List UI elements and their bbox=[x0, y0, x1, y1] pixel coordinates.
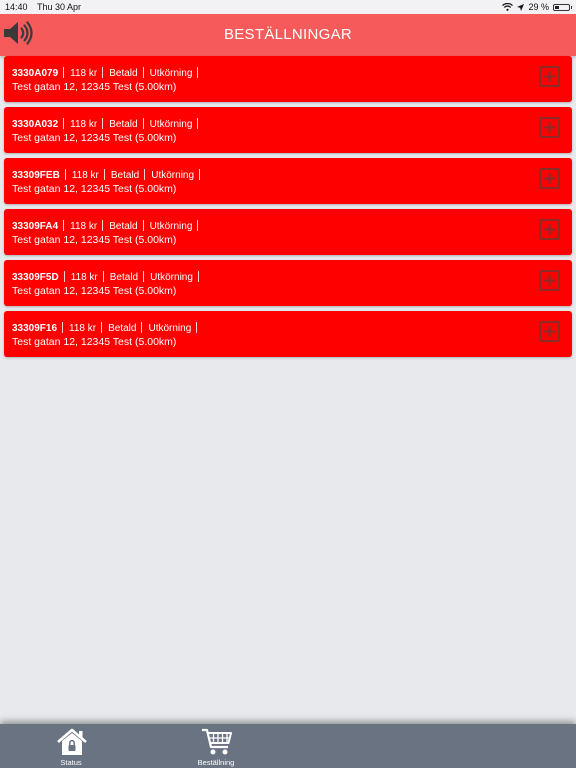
order-price: 118 kr bbox=[71, 170, 99, 181]
tab-bar: Status Beställning bbox=[0, 724, 576, 768]
order-summary: 33309FEB 118 kr Betald Utkörning bbox=[12, 169, 206, 181]
divider bbox=[142, 67, 144, 78]
battery-percent: 29 % bbox=[528, 2, 549, 12]
divider bbox=[196, 322, 198, 333]
order-payment-status: Betald bbox=[109, 68, 138, 79]
divider bbox=[197, 271, 199, 282]
order-price: 118 kr bbox=[70, 119, 98, 130]
order-address: Test gatan 12, 12345 Test (5.00km) bbox=[12, 336, 177, 348]
order-id: 33309FEB bbox=[12, 170, 60, 181]
expand-plus-icon[interactable] bbox=[539, 168, 560, 189]
divider bbox=[64, 169, 66, 180]
order-payment-status: Betald bbox=[108, 323, 137, 334]
order-delivery-type: Utkörning bbox=[149, 68, 193, 79]
status-time: 14:40 bbox=[5, 2, 28, 12]
divider bbox=[102, 67, 104, 78]
order-payment-status: Betald bbox=[110, 170, 140, 181]
divider bbox=[143, 271, 145, 282]
divider bbox=[103, 169, 105, 180]
tab-status[interactable]: Status bbox=[41, 724, 101, 768]
divider bbox=[144, 169, 146, 180]
order-card[interactable]: 3330A032 118 kr Betald Utkörning Test gatan… bbox=[4, 107, 572, 153]
expand-plus-icon[interactable] bbox=[539, 321, 560, 342]
cart-icon bbox=[202, 728, 232, 755]
order-delivery-type: Utkörning bbox=[149, 221, 193, 232]
tab-label: Status bbox=[60, 758, 82, 767]
order-id: 33309F16 bbox=[12, 323, 58, 334]
order-card[interactable]: 33309F5D 118 kr Betald Utkörning Test gatan… bbox=[4, 260, 572, 306]
order-summary: 33309F16 118 kr Betald Utkörning bbox=[12, 322, 203, 334]
order-payment-status: Betald bbox=[109, 221, 138, 232]
order-list: 3330A079 118 kr Betald Utkörning Test gatan… bbox=[4, 56, 572, 362]
tab-bestallning[interactable]: Beställning bbox=[186, 724, 246, 768]
order-address: Test gatan 12, 12345 Test (5.00km) bbox=[12, 132, 177, 144]
divider bbox=[63, 220, 65, 231]
order-id: 33309F5D bbox=[12, 272, 59, 283]
divider bbox=[197, 67, 199, 78]
divider bbox=[62, 322, 64, 333]
order-address: Test gatan 12, 12345 Test (5.00km) bbox=[12, 81, 177, 93]
status-date: Thu 30 Apr bbox=[37, 2, 82, 12]
order-payment-status: Betald bbox=[109, 119, 138, 130]
divider bbox=[63, 118, 65, 129]
expand-plus-icon[interactable] bbox=[539, 66, 560, 87]
divider bbox=[142, 220, 144, 231]
order-delivery-type: Utkörning bbox=[151, 170, 195, 181]
order-address: Test gatan 12, 12345 Test (5.00km) bbox=[12, 234, 177, 246]
status-bar: 14:40 Thu 30 Apr 29 % bbox=[0, 0, 576, 14]
divider bbox=[199, 169, 201, 180]
order-price: 118 kr bbox=[70, 272, 98, 283]
location-arrow-icon bbox=[517, 3, 525, 11]
divider bbox=[197, 118, 199, 129]
order-price: 118 kr bbox=[69, 323, 97, 334]
order-id: 3330A079 bbox=[12, 68, 59, 79]
divider bbox=[197, 220, 199, 231]
order-card[interactable]: 33309FA4 118 kr Betald Utkörning Test gatan… bbox=[4, 209, 572, 255]
order-card[interactable]: 33309F16 118 kr Betald Utkörning Test gatan… bbox=[4, 311, 572, 357]
page-title: BESTÄLLNINGAR bbox=[223, 26, 353, 43]
expand-plus-icon[interactable] bbox=[539, 270, 560, 291]
order-address: Test gatan 12, 12345 Test (5.00km) bbox=[12, 183, 177, 195]
order-price: 118 kr bbox=[70, 221, 98, 232]
order-summary: 33309FA4 118 kr Betald Utkörning bbox=[12, 220, 204, 232]
wifi-icon bbox=[502, 3, 514, 11]
order-summary: 33309F5D 118 kr Betald Utkörning bbox=[12, 271, 205, 283]
divider bbox=[102, 271, 104, 282]
divider bbox=[101, 322, 103, 333]
order-summary: 3330A032 118 kr Betald Utkörning bbox=[12, 118, 204, 130]
divider bbox=[102, 118, 104, 129]
tab-label: Beställning bbox=[197, 758, 235, 767]
battery-icon bbox=[553, 3, 572, 11]
order-delivery-type: Utkörning bbox=[149, 119, 193, 130]
order-card[interactable]: 33309FEB 118 kr Betald Utkörning Test gatan… bbox=[4, 158, 572, 204]
order-delivery-type: Utkörning bbox=[150, 272, 193, 283]
divider bbox=[102, 220, 104, 231]
status-indicators: 29 % bbox=[502, 0, 572, 14]
order-card[interactable]: 3330A079 118 kr Betald Utkörning Test gatan… bbox=[4, 56, 572, 102]
order-summary: 3330A079 118 kr Betald Utkörning bbox=[12, 67, 204, 79]
divider bbox=[63, 271, 65, 282]
divider bbox=[142, 118, 144, 129]
order-price: 118 kr bbox=[70, 68, 98, 79]
divider bbox=[141, 322, 143, 333]
order-id: 3330A032 bbox=[12, 119, 59, 130]
order-delivery-type: Utkörning bbox=[148, 323, 192, 334]
order-id: 33309FA4 bbox=[12, 221, 59, 232]
expand-plus-icon[interactable] bbox=[539, 219, 560, 240]
order-address: Test gatan 12, 12345 Test (5.00km) bbox=[12, 285, 177, 297]
divider bbox=[63, 67, 65, 78]
home-lock-icon bbox=[57, 728, 87, 755]
expand-plus-icon[interactable] bbox=[539, 117, 560, 138]
app-header: BESTÄLLNINGAR bbox=[0, 14, 576, 56]
order-payment-status: Betald bbox=[109, 272, 139, 283]
